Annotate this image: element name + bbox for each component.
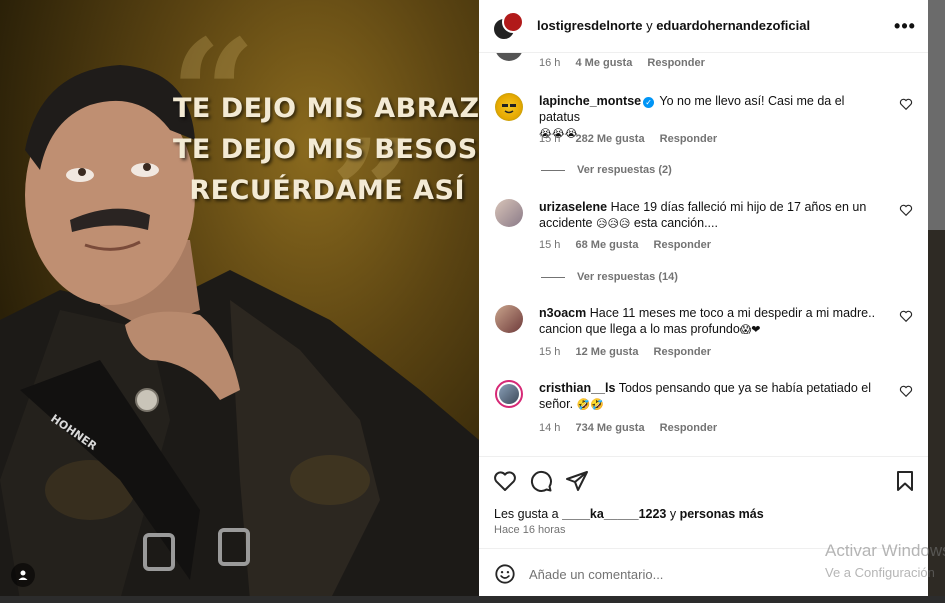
replies-divider <box>541 169 565 171</box>
view-replies-label: Ver respuestas (14) <box>577 271 678 283</box>
post-authors: lostigresdelnorte y eduardohernandezofic… <box>537 18 810 33</box>
likes-middle: y <box>666 507 680 521</box>
share-paper-plane-icon[interactable] <box>565 469 589 493</box>
comment-username[interactable]: n3oacm <box>539 306 586 320</box>
comment-username[interactable]: cristhian__ls <box>539 381 615 395</box>
avatar <box>499 384 519 404</box>
comment-bubble-icon[interactable] <box>529 469 553 493</box>
like-comment-icon[interactable] <box>899 309 913 323</box>
like-comment-icon[interactable] <box>899 203 913 217</box>
add-comment-bar <box>479 548 928 596</box>
like-comment-icon[interactable] <box>899 97 913 111</box>
verified-badge-icon: ✓ <box>643 97 655 108</box>
comment-text: n3oacm Hace 11 meses me toco a mi desped… <box>539 305 879 338</box>
reply-button[interactable]: Responder <box>654 346 711 358</box>
comment-username[interactable]: lapinche_montse <box>539 94 641 108</box>
emoji-smiley-icon[interactable] <box>494 563 516 585</box>
avatar-story-ring[interactable] <box>495 380 523 408</box>
reply-button[interactable]: Responder <box>647 57 704 69</box>
comment-emojis: 😱❤ <box>739 323 761 336</box>
avatar[interactable] <box>495 93 523 121</box>
post-actions: Les gusta a ____ka_____1223 y personas m… <box>479 456 928 548</box>
view-replies-label: Ver respuestas (2) <box>577 164 672 176</box>
tagged-users-icon[interactable] <box>11 563 35 587</box>
lyric-line: TE DEJO MIS ABRAZOS <box>173 93 479 124</box>
comment-meta: 15 h 12 Me gusta Responder <box>539 346 723 358</box>
view-replies-button[interactable]: Ver respuestas (2) <box>541 164 672 176</box>
comment-likes[interactable]: 4 Me gusta <box>575 57 632 69</box>
avatar[interactable] <box>495 199 523 227</box>
backdrop-feed-edge <box>928 230 945 603</box>
comment-meta: 16 h 4 Me gusta Responder <box>539 57 717 69</box>
lyrics-overlay: TE DEJO MIS ABRAZOS TE DEJO MIS BESOS RE… <box>173 88 479 211</box>
comment-likes[interactable]: 12 Me gusta <box>575 346 638 358</box>
post-time: Hace 16 horas <box>494 524 566 536</box>
comment-time: 15 h <box>539 133 561 145</box>
reply-button[interactable]: Responder <box>654 239 711 251</box>
comment-emojis: 🤣🤣 <box>576 398 604 411</box>
comment-emojis: 😥😥😥 <box>596 217 631 230</box>
comment-meta: 15 h 282 Me gusta Responder <box>539 133 729 145</box>
avatar <box>502 11 524 33</box>
author-link[interactable]: eduardohernandezoficial <box>656 18 810 33</box>
author-link[interactable]: lostigresdelnorte <box>537 18 642 33</box>
likes-summary: Les gusta a ____ka_____1223 y personas m… <box>494 507 764 521</box>
save-bookmark-icon[interactable] <box>893 469 917 493</box>
reply-button[interactable]: Responder <box>660 133 717 145</box>
backdrop-top <box>928 0 945 230</box>
liked-by-user[interactable]: ____ka_____1223 <box>562 507 666 521</box>
comment-likes[interactable]: 734 Me gusta <box>575 422 644 434</box>
likes-others[interactable]: personas más <box>680 507 764 521</box>
comment-meta: 15 h 68 Me gusta Responder <box>539 239 723 251</box>
comment-meta: 14 h 734 Me gusta Responder <box>539 422 729 434</box>
avatar[interactable] <box>495 53 523 61</box>
avatar[interactable] <box>495 305 523 333</box>
comment-text: cristhian__ls Todos pensando que ya se h… <box>539 380 879 413</box>
comment-content: Hace 11 meses me toco a mi despedir a mi… <box>539 306 876 336</box>
comment-likes[interactable]: 282 Me gusta <box>575 133 644 145</box>
comment-likes[interactable]: 68 Me gusta <box>575 239 638 251</box>
comment-time: 14 h <box>539 422 561 434</box>
comments-list[interactable]: 16 h 4 Me gusta Responder lapinche_monts… <box>479 53 928 456</box>
comment-username[interactable]: urizaselene <box>539 200 607 214</box>
like-heart-icon[interactable] <box>493 469 517 493</box>
more-options-button[interactable]: ••• <box>893 14 917 38</box>
collab-avatars[interactable] <box>492 11 526 43</box>
replies-divider <box>541 276 565 278</box>
comment-time: 15 h <box>539 346 561 358</box>
backdrop-bottom <box>0 596 945 603</box>
comment-input[interactable] <box>529 563 899 585</box>
reply-button[interactable]: Responder <box>660 422 717 434</box>
comment-time: 16 h <box>539 57 561 69</box>
comment-content-end: esta canción.... <box>630 216 718 230</box>
like-comment-icon[interactable] <box>899 384 913 398</box>
likes-prefix: Les gusta a <box>494 507 563 521</box>
comment-text: urizaselene Hace 19 días falleció mi hij… <box>539 199 879 232</box>
post-header: lostigresdelnorte y eduardohernandezofic… <box>479 0 928 53</box>
lyric-line: RECUÉRDAME ASÍ <box>189 175 465 206</box>
authors-conjunction: y <box>642 18 657 33</box>
comment-time: 15 h <box>539 239 561 251</box>
post-details-panel: lostigresdelnorte y eduardohernandezofic… <box>479 0 928 596</box>
post-image: “ ” HOHNER TE DEJO MIS ABRAZOS TE DEJO M… <box>0 0 479 596</box>
view-replies-button[interactable]: Ver respuestas (14) <box>541 271 678 283</box>
lyric-line: TE DEJO MIS BESOS <box>173 134 478 165</box>
